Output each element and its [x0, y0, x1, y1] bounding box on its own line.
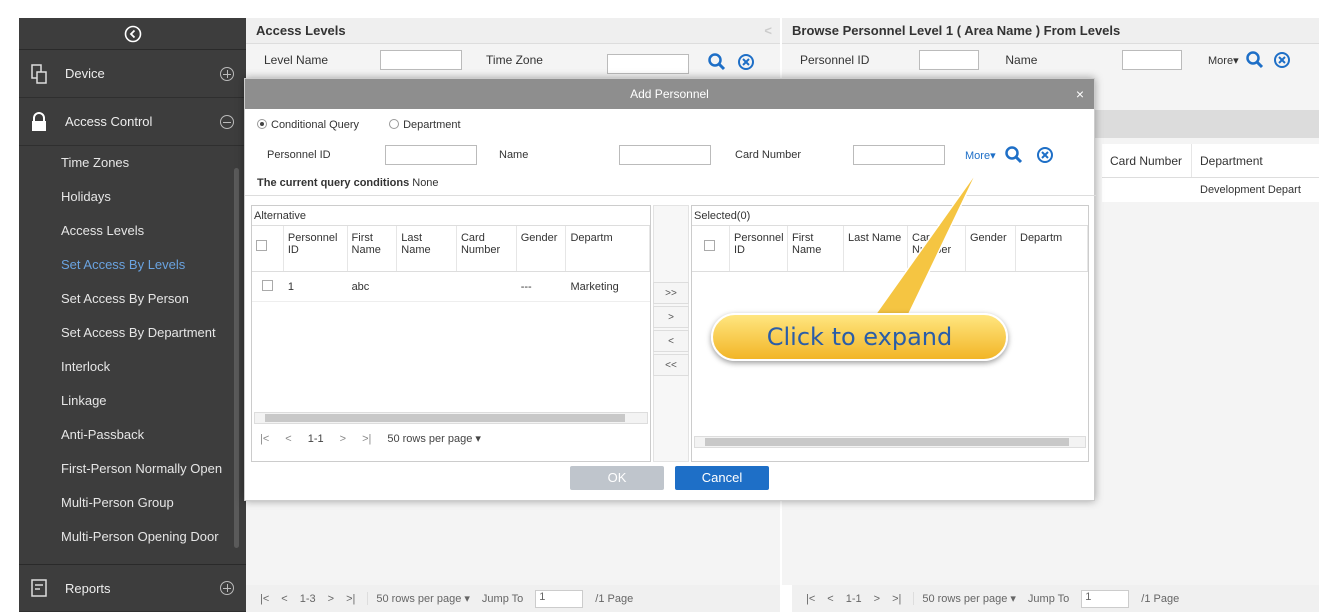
click-to-expand-callout: Click to expand	[711, 313, 1008, 361]
callout-pointer	[868, 169, 979, 323]
